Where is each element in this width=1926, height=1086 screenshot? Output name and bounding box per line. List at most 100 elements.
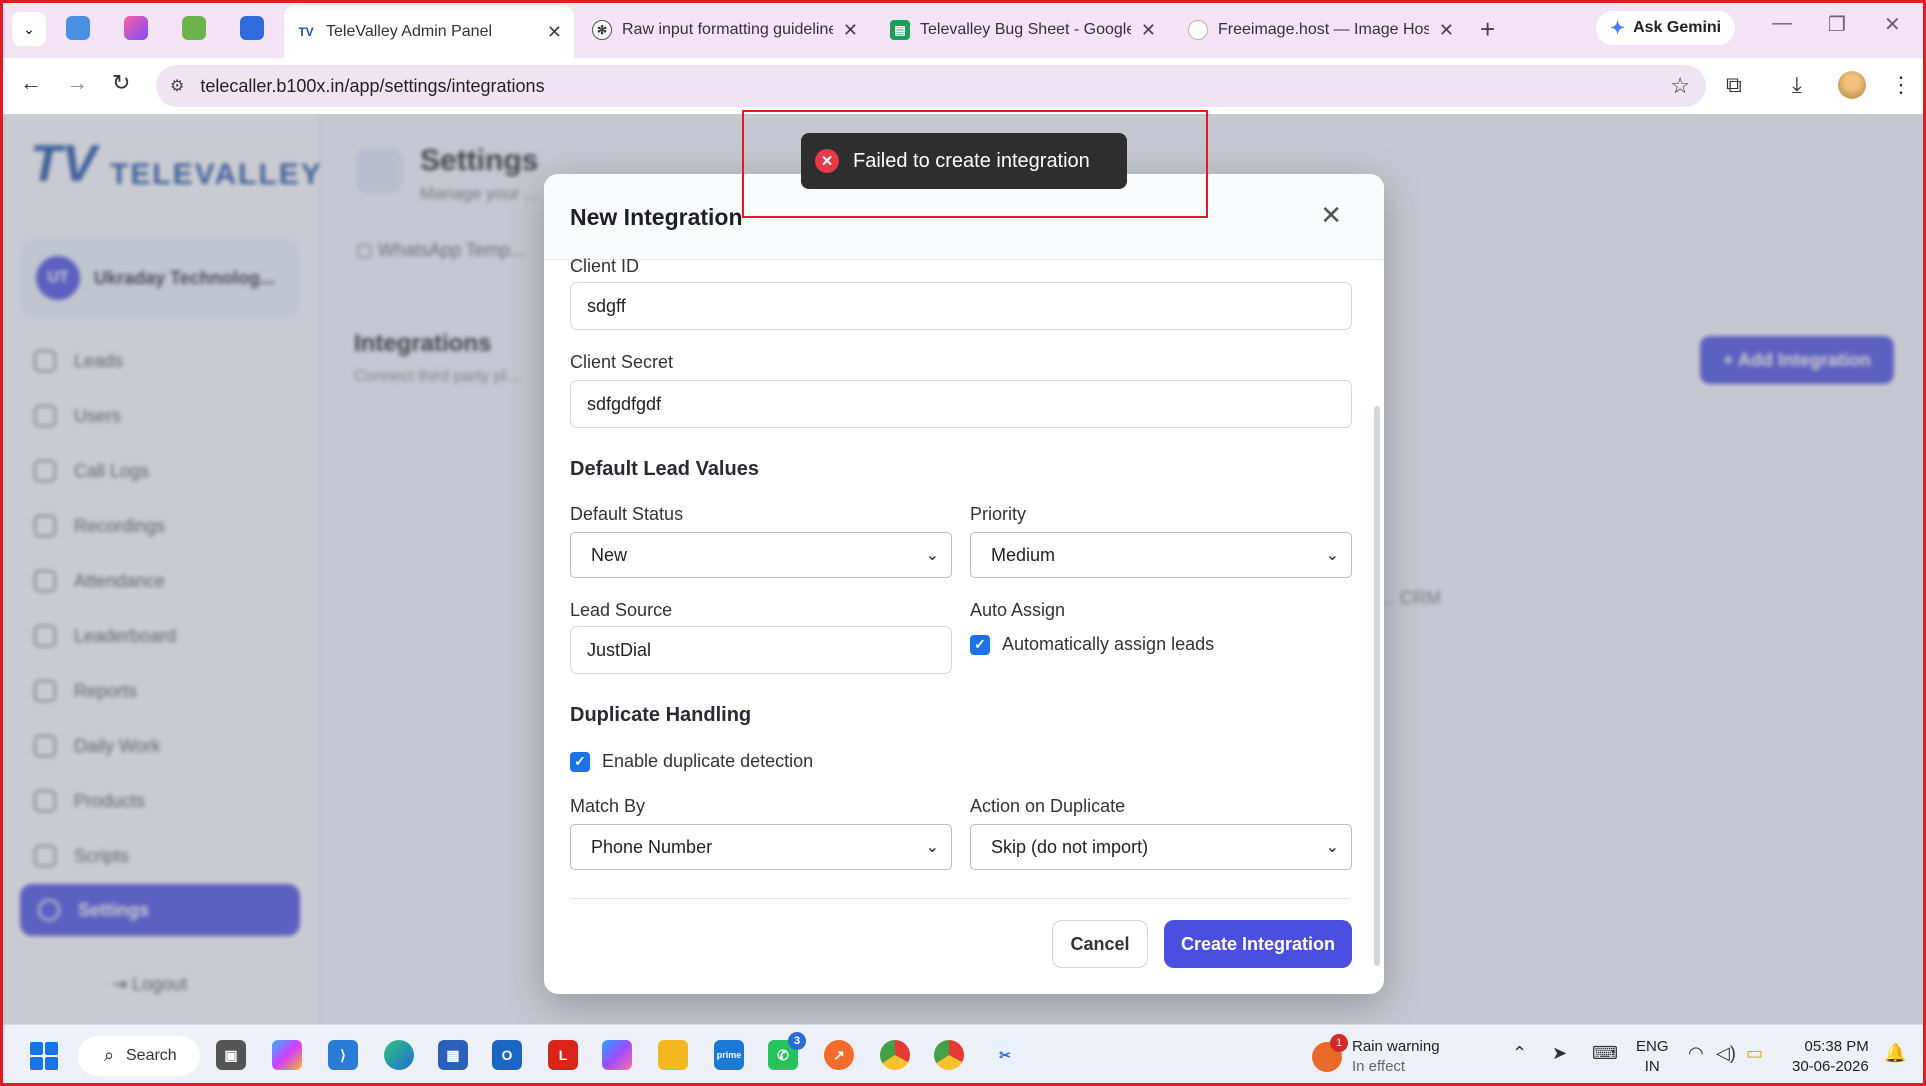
site-info-icon[interactable]: ⚙ <box>170 76 184 96</box>
new-tab-button[interactable]: + <box>1480 14 1495 45</box>
freeimage-favicon-icon <box>1188 20 1208 40</box>
weather-badge: 1 <box>1330 1034 1348 1052</box>
outlook-icon[interactable]: O <box>492 1040 522 1070</box>
whatsapp-icon[interactable]: ✆ 3 <box>768 1032 806 1070</box>
close-tab-icon[interactable]: ✕ <box>843 20 858 41</box>
copilot-icon[interactable] <box>272 1040 302 1070</box>
edge-icon[interactable] <box>384 1040 414 1070</box>
client-id-input[interactable]: sdgff <box>570 282 1352 330</box>
lead-source-input[interactable]: JustDial <box>570 626 952 674</box>
reload-icon[interactable]: ↻ <box>112 70 130 96</box>
match-by-label: Match By <box>570 796 646 816</box>
snipping-tool-icon[interactable]: ✂ <box>990 1040 1020 1070</box>
default-status-label: Default Status <box>570 504 684 524</box>
l-app-icon[interactable]: L <box>548 1040 578 1070</box>
ask-gemini-button[interactable]: ✦ Ask Gemini <box>1596 11 1736 45</box>
volume-icon[interactable]: ◁) <box>1716 1043 1736 1064</box>
pinned-tab-2-icon[interactable] <box>124 16 148 40</box>
windows-taskbar: ⌕ Search ▣ ⟩ ▦ O L prime ✆ 3 ↗ ✂ 1 Rain w… <box>0 1024 1926 1086</box>
store-icon[interactable]: ▦ <box>438 1040 468 1070</box>
priority-select[interactable]: Medium ⌄ <box>970 532 1352 578</box>
modal-title: New Integration <box>570 204 743 230</box>
tab-search-button[interactable]: ⌄ <box>12 12 46 46</box>
compass-app-icon[interactable]: ↗ <box>824 1040 854 1070</box>
task-view-icon[interactable]: ▣ <box>216 1040 246 1070</box>
action-on-duplicate-select[interactable]: Skip (do not import) ⌄ <box>970 824 1352 870</box>
chrome-icon[interactable] <box>934 1040 964 1070</box>
minimize-icon[interactable]: — <box>1772 12 1792 35</box>
default-status-select[interactable]: New ⌄ <box>570 532 952 578</box>
show-hidden-icons-icon[interactable]: ⌃ <box>1512 1043 1527 1064</box>
tab-raw-input[interactable]: ✻ Raw input formatting guideline ✕ <box>580 10 870 50</box>
close-tab-icon[interactable]: ✕ <box>1439 20 1454 41</box>
more-menu-icon[interactable]: ⋮ <box>1890 72 1912 98</box>
close-tab-icon[interactable]: ✕ <box>547 22 562 43</box>
close-tab-icon[interactable]: ✕ <box>1141 20 1156 41</box>
file-explorer-icon[interactable] <box>658 1040 688 1070</box>
auto-assign-label: Auto Assign <box>970 600 1066 620</box>
priority-label: Priority <box>970 504 1027 524</box>
tab-title: TeleValley Admin Panel <box>326 23 493 40</box>
region-code: IN <box>1644 1058 1660 1075</box>
lead-source-label: Lead Source <box>570 600 673 620</box>
priority-value: Medium <box>991 544 1056 565</box>
wifi-icon[interactable]: ◠ <box>1688 1043 1704 1064</box>
notifications-icon[interactable]: 🔔 <box>1884 1043 1906 1064</box>
pinned-tab-1-icon[interactable] <box>66 16 90 40</box>
location-icon[interactable]: ➤ <box>1552 1043 1567 1064</box>
vscode-icon[interactable]: ⟩ <box>328 1040 358 1070</box>
address-bar[interactable]: ⚙ telecaller.b100x.in/app/settings/integ… <box>156 65 1706 107</box>
windows-start-icon[interactable] <box>30 1042 58 1070</box>
back-icon[interactable]: ← <box>20 70 42 96</box>
search-label: Search <box>126 1047 177 1064</box>
m365-icon[interactable] <box>602 1040 632 1070</box>
pinned-tab-3-icon[interactable] <box>182 16 206 40</box>
cancel-button[interactable]: Cancel <box>1052 920 1148 968</box>
close-icon[interactable]: ✕ <box>1320 200 1342 231</box>
duplicate-handling-heading: Duplicate Handling <box>570 704 752 726</box>
clock[interactable]: 05:38 PM 30-06-2026 <box>1792 1037 1869 1077</box>
client-secret-input[interactable]: sdfgdfgdf <box>570 380 1352 428</box>
browser-tab-strip: ⌄ TV TeleValley Admin Panel ✕ ✻ Raw inpu… <box>0 0 1926 58</box>
language-indicator[interactable]: ENG IN <box>1636 1037 1669 1077</box>
taskbar-search[interactable]: ⌕ Search <box>78 1036 200 1076</box>
extensions-icon[interactable]: ⧉ <box>1726 72 1742 98</box>
weather-widget[interactable]: 1 Rain warning In effect <box>1312 1034 1440 1077</box>
auto-assign-checkbox[interactable]: ✓ Automatically assign leads <box>970 634 1214 655</box>
keyboard-icon[interactable]: ⌨ <box>1592 1043 1618 1064</box>
action-on-duplicate-value: Skip (do not import) <box>991 836 1149 857</box>
action-on-duplicate-label: Action on Duplicate <box>970 796 1126 816</box>
modal-footer-divider <box>570 898 1350 899</box>
search-icon: ⌕ <box>104 1045 115 1065</box>
date-text: 30-06-2026 <box>1792 1058 1869 1075</box>
gemini-icon: ✦ <box>1610 17 1626 38</box>
bookmark-star-icon[interactable]: ☆ <box>1670 73 1690 99</box>
url-text[interactable]: telecaller.b100x.in/app/settings/integra… <box>200 76 544 97</box>
duplicate-detection-label: Enable duplicate detection <box>602 751 814 771</box>
restore-icon[interactable]: ❐ <box>1828 12 1846 37</box>
close-window-icon[interactable]: ✕ <box>1884 12 1901 37</box>
chevron-down-icon: ⌄ <box>23 20 35 37</box>
annotation-highlight-box <box>742 110 1208 218</box>
chevron-down-icon: ⌄ <box>1325 839 1339 856</box>
televalley-favicon-icon: TV <box>296 22 316 42</box>
chrome-profile-icon[interactable] <box>880 1040 910 1070</box>
match-by-select[interactable]: Phone Number ⌄ <box>570 824 952 870</box>
create-integration-button[interactable]: Create Integration <box>1164 920 1352 968</box>
prime-video-icon[interactable]: prime <box>714 1040 744 1070</box>
forward-icon[interactable]: → <box>66 70 88 96</box>
pinned-tab-4-icon[interactable] <box>240 16 264 40</box>
download-icon[interactable]: ⤓ <box>1792 72 1802 98</box>
duplicate-detection-checkbox[interactable]: ✓ Enable duplicate detection <box>570 751 813 772</box>
tab-televalley-admin[interactable]: TV TeleValley Admin Panel ✕ <box>284 6 574 58</box>
tab-bug-sheet[interactable]: ▤ Televalley Bug Sheet - Google S ✕ <box>878 10 1168 50</box>
auto-assign-checkbox-label: Automatically assign leads <box>1002 634 1215 654</box>
notification-badge: 3 <box>788 1032 806 1050</box>
modal-scrollbar[interactable] <box>1374 406 1380 966</box>
tab-freeimage[interactable]: Freeimage.host — Image Hosti ✕ <box>1176 10 1466 50</box>
chevron-down-icon: ⌄ <box>1325 547 1339 564</box>
default-lead-values-heading: Default Lead Values <box>570 458 759 480</box>
profile-avatar[interactable] <box>1838 71 1866 99</box>
battery-icon[interactable]: ▭ <box>1746 1043 1763 1064</box>
checkmark-icon: ✓ <box>570 751 590 772</box>
